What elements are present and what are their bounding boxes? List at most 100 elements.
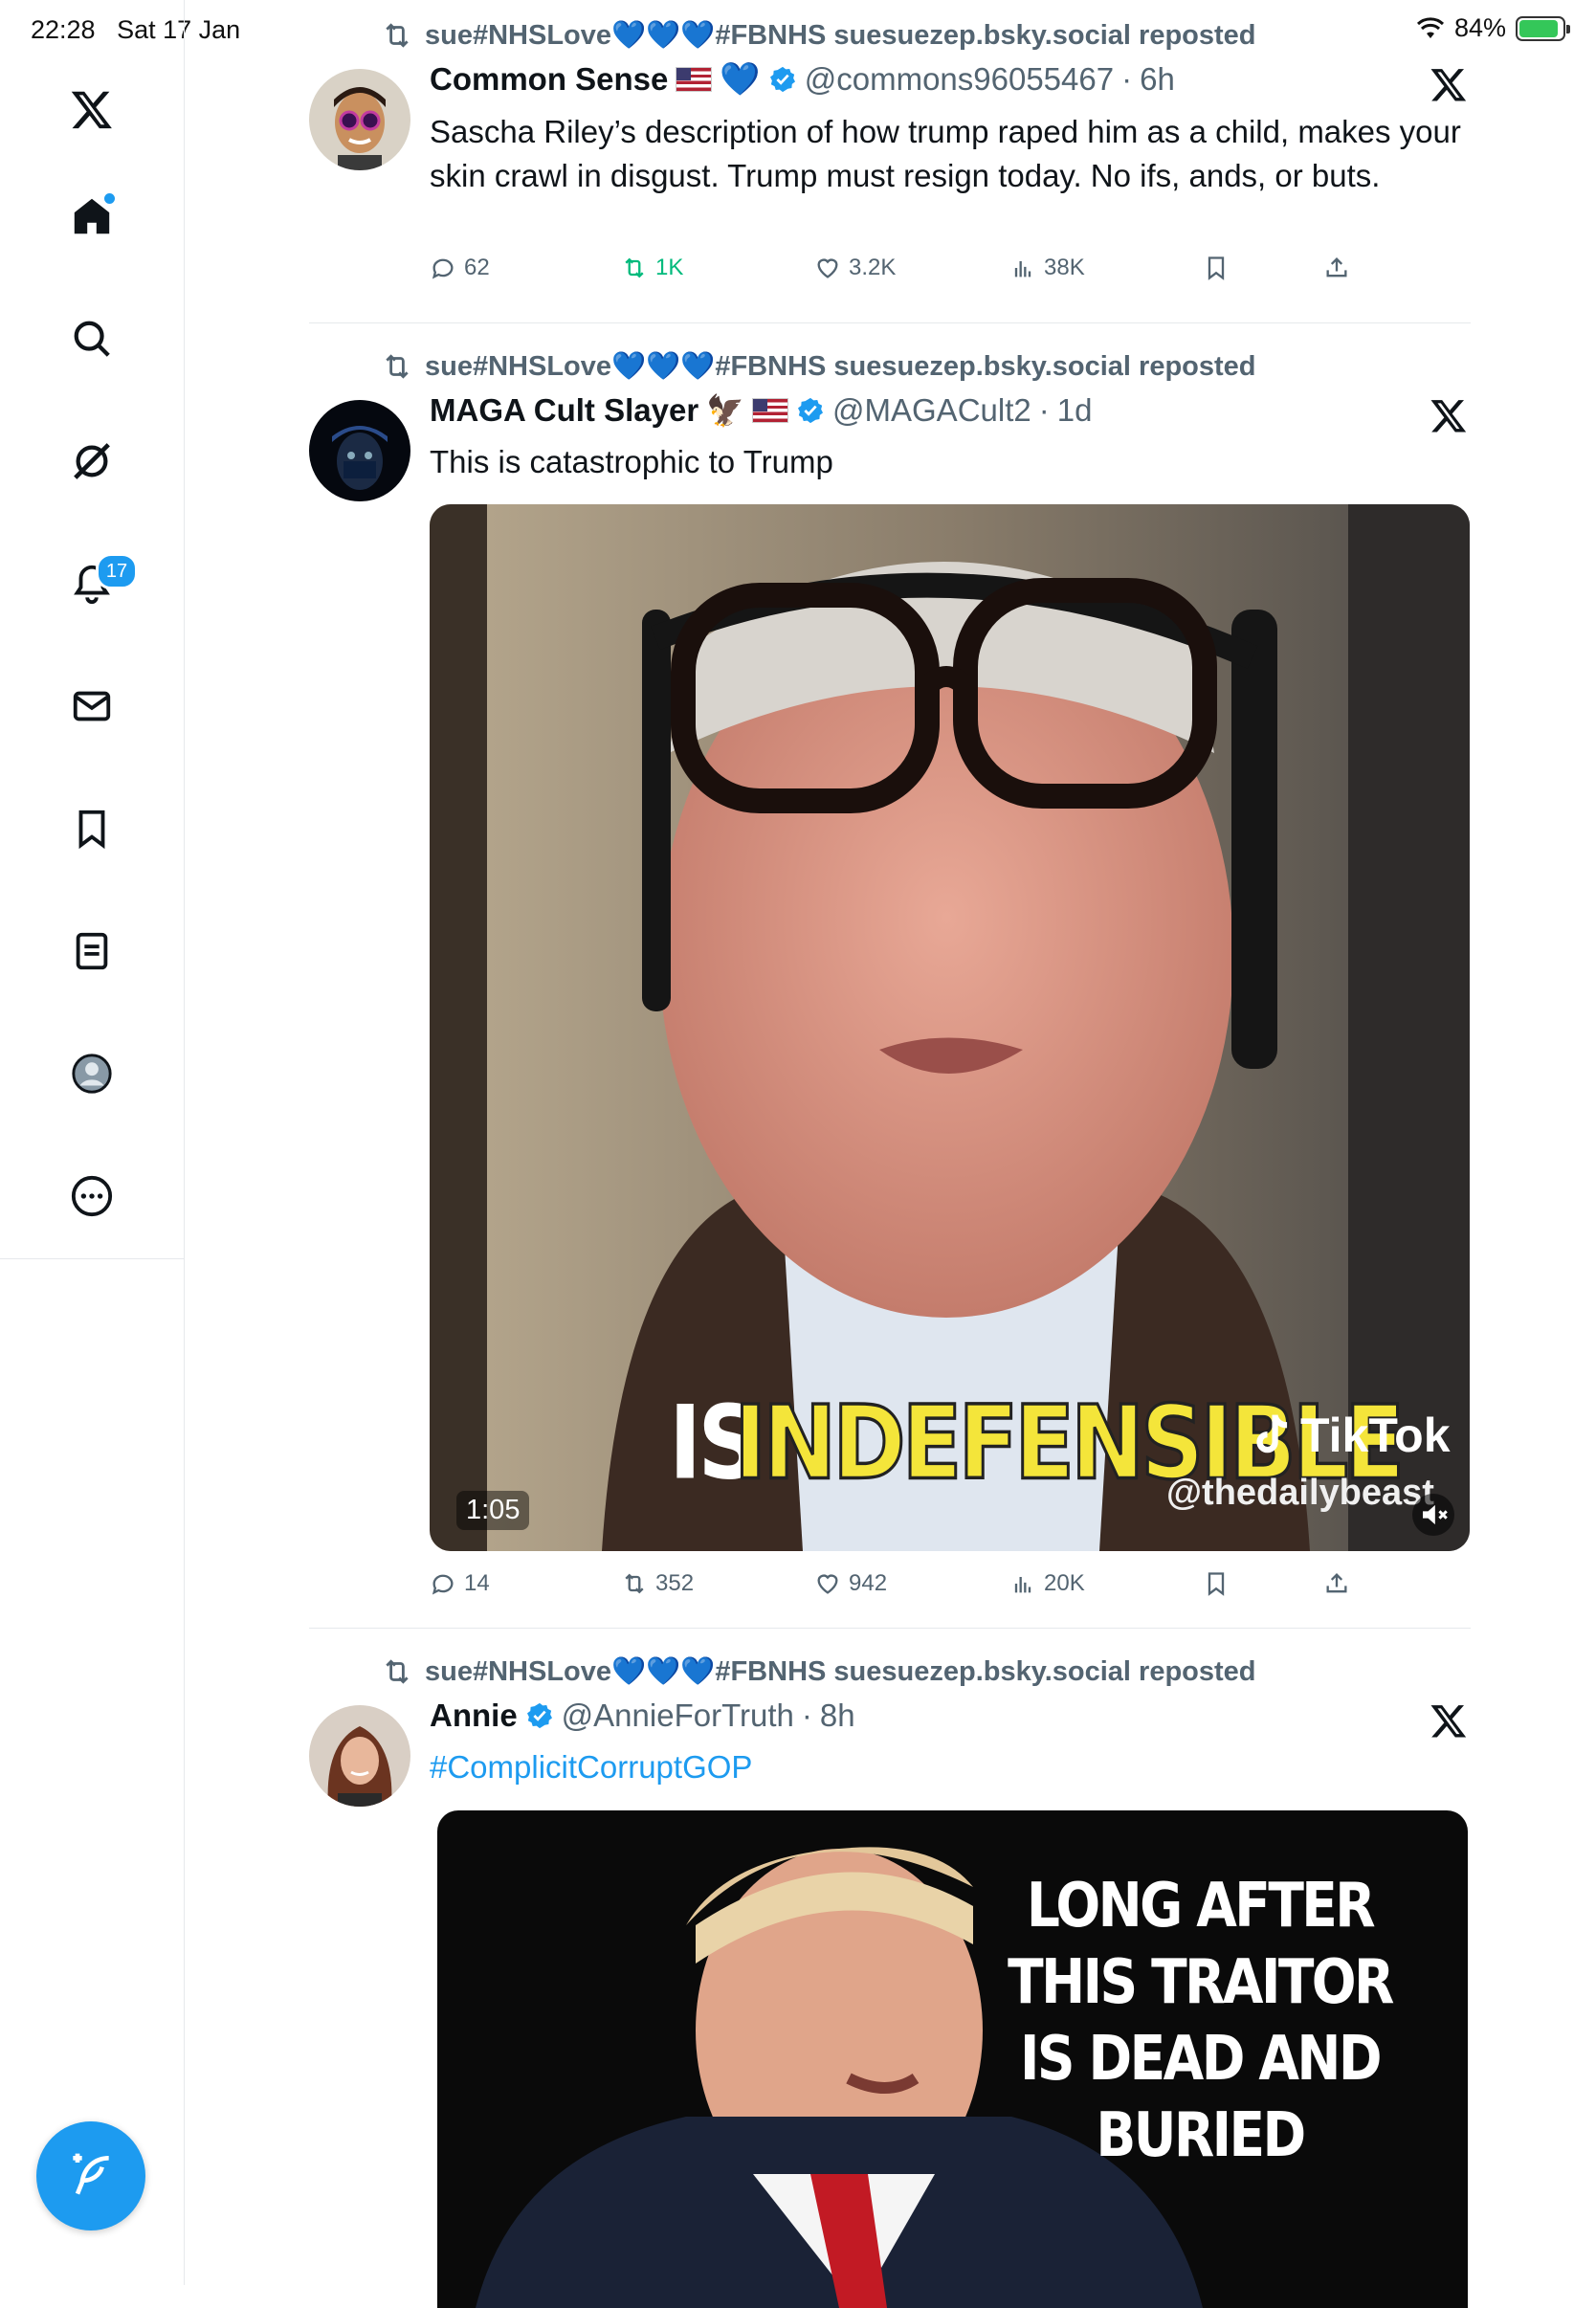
sidebar-item-bookmarks[interactable] <box>59 796 124 861</box>
reply-icon <box>432 1574 454 1595</box>
video-player[interactable]: IS INDEFENSIBLE TikTok @thedailybeast 1:… <box>430 504 1470 1551</box>
repost-count: 1K <box>655 255 684 280</box>
sidebar-item-profile[interactable] <box>59 1041 124 1106</box>
sidebar-item-explore[interactable] <box>59 306 124 371</box>
reply-icon <box>432 258 454 279</box>
repost-icon <box>386 23 409 48</box>
notification-count-badge: 17 <box>96 553 138 589</box>
video-duration: 1:05 <box>456 1491 530 1530</box>
tweet-text: Sascha Riley’s description of how trump … <box>430 114 1461 193</box>
sidebar-item-notifications[interactable]: 17 <box>59 551 138 616</box>
repost-indicator[interactable]: sue#NHSLove💙💙💙#FBNHS suesuezep.bsky.soci… <box>381 1655 1256 1688</box>
repost-text: sue#NHSLove💙💙💙#FBNHS suesuezep.bsky.soci… <box>425 20 1256 51</box>
tweet-divider <box>309 1628 1471 1629</box>
heart-icon <box>817 258 838 278</box>
grok-icon <box>74 443 110 479</box>
tweet-actions: 14 352 942 20K <box>430 1570 1406 1609</box>
avatar[interactable] <box>309 400 410 501</box>
bookmark-icon <box>1208 256 1225 280</box>
verified-badge-icon <box>769 66 795 93</box>
x-source-icon <box>1430 400 1467 433</box>
verified-badge-icon <box>798 397 824 424</box>
sidebar-item-grok[interactable] <box>59 429 124 494</box>
blue-heart-icon: 💙 <box>720 61 761 98</box>
us-flag-icon <box>676 67 713 92</box>
compose-button[interactable] <box>36 2121 145 2230</box>
display-name[interactable]: Common Sense <box>430 61 668 98</box>
repost-text: sue#NHSLove💙💙💙#FBNHS suesuezep.bsky.soci… <box>425 1656 1256 1687</box>
repost-icon <box>625 257 644 278</box>
bookmark-button[interactable] <box>1203 255 1230 281</box>
wifi-icon <box>1416 16 1444 38</box>
share-icon <box>1326 1573 1347 1593</box>
repost-icon <box>386 354 409 379</box>
us-flag-icon <box>752 398 789 423</box>
tweet-divider <box>309 322 1471 323</box>
bookmark-button[interactable] <box>1203 1570 1230 1597</box>
repost-indicator[interactable]: sue#NHSLove💙💙💙#FBNHS suesuezep.bsky.soci… <box>381 19 1256 52</box>
hashtag-link[interactable]: #ComplicitCorruptGOP <box>430 1745 1463 1789</box>
view-count: 20K <box>1044 1570 1085 1596</box>
mail-icon <box>73 691 111 721</box>
avatar[interactable] <box>309 69 410 170</box>
verified-badge-icon <box>526 1702 552 1729</box>
view-count: 38K <box>1044 255 1085 280</box>
like-button[interactable]: 3.2K <box>814 255 896 281</box>
bookmark-icon <box>78 810 105 850</box>
sidebar-item-more[interactable] <box>59 1164 124 1229</box>
separator-dot: · <box>1038 392 1050 428</box>
separator-dot: · <box>1121 61 1133 97</box>
battery-percent: 84% <box>1453 13 1506 42</box>
tiktok-handle: @thedailybeast <box>1166 1473 1434 1513</box>
reply-button[interactable]: 14 <box>430 1570 490 1597</box>
reply-count: 62 <box>464 255 490 280</box>
reply-count: 14 <box>464 1570 490 1596</box>
x-source-icon <box>1430 69 1467 101</box>
like-count: 942 <box>849 1570 888 1596</box>
mute-button[interactable] <box>1412 1494 1454 1536</box>
share-button[interactable] <box>1323 255 1350 281</box>
tweet-text: This is catastrophic to Trump <box>430 444 833 479</box>
views-button[interactable]: 38K <box>1009 255 1085 281</box>
display-name[interactable]: Annie <box>430 1698 518 1734</box>
repost-indicator[interactable]: sue#NHSLove💙💙💙#FBNHS suesuezep.bsky.soci… <box>381 350 1256 383</box>
post-time[interactable]: 1d <box>1057 392 1093 429</box>
post-time[interactable]: 6h <box>1140 61 1175 98</box>
post-time[interactable]: 8h <box>820 1698 855 1734</box>
views-chart-icon <box>1014 261 1031 277</box>
search-icon <box>74 321 110 357</box>
separator-dot: · <box>801 1698 812 1733</box>
repost-button[interactable]: 1K <box>621 255 683 281</box>
like-count: 3.2K <box>849 255 897 280</box>
muted-speaker-icon <box>1423 1504 1448 1525</box>
compose-feather-icon <box>73 2153 109 2195</box>
views-button[interactable]: 20K <box>1009 1570 1085 1597</box>
tiktok-label: TikTok <box>1300 1409 1451 1462</box>
battery-icon <box>1516 15 1570 41</box>
repost-icon <box>386 1659 409 1684</box>
avatar[interactable] <box>309 1705 410 1807</box>
eagle-emoji-icon: 🦅 <box>706 393 745 428</box>
more-circle-icon <box>71 1175 113 1217</box>
lists-icon <box>76 932 108 970</box>
repost-button[interactable]: 352 <box>621 1570 694 1597</box>
share-button[interactable] <box>1323 1570 1350 1597</box>
new-posts-dot <box>104 193 115 204</box>
sidebar-item-home[interactable] <box>59 184 124 249</box>
like-button[interactable]: 942 <box>814 1570 887 1597</box>
sidebar-item-lists[interactable] <box>59 919 124 984</box>
share-icon <box>1326 257 1347 277</box>
x-logo-icon[interactable] <box>59 77 124 142</box>
heart-icon <box>817 1574 838 1594</box>
display-name[interactable]: MAGA Cult Slayer <box>430 392 698 429</box>
user-handle[interactable]: @MAGACult2 <box>832 392 1031 429</box>
sidebar: 17 <box>0 0 185 2285</box>
sidebar-item-messages[interactable] <box>59 674 124 739</box>
repost-text: sue#NHSLove💙💙💙#FBNHS suesuezep.bsky.soci… <box>425 351 1256 382</box>
repost-count: 352 <box>655 1570 695 1596</box>
post-image[interactable]: LONG AFTER THIS TRAITOR IS DEAD AND BURI… <box>437 1810 1468 2308</box>
user-handle[interactable]: @commons96055467 <box>805 61 1114 98</box>
user-handle[interactable]: @AnnieForTruth <box>562 1698 794 1734</box>
reply-button[interactable]: 62 <box>430 255 490 281</box>
views-chart-icon <box>1014 1577 1031 1593</box>
